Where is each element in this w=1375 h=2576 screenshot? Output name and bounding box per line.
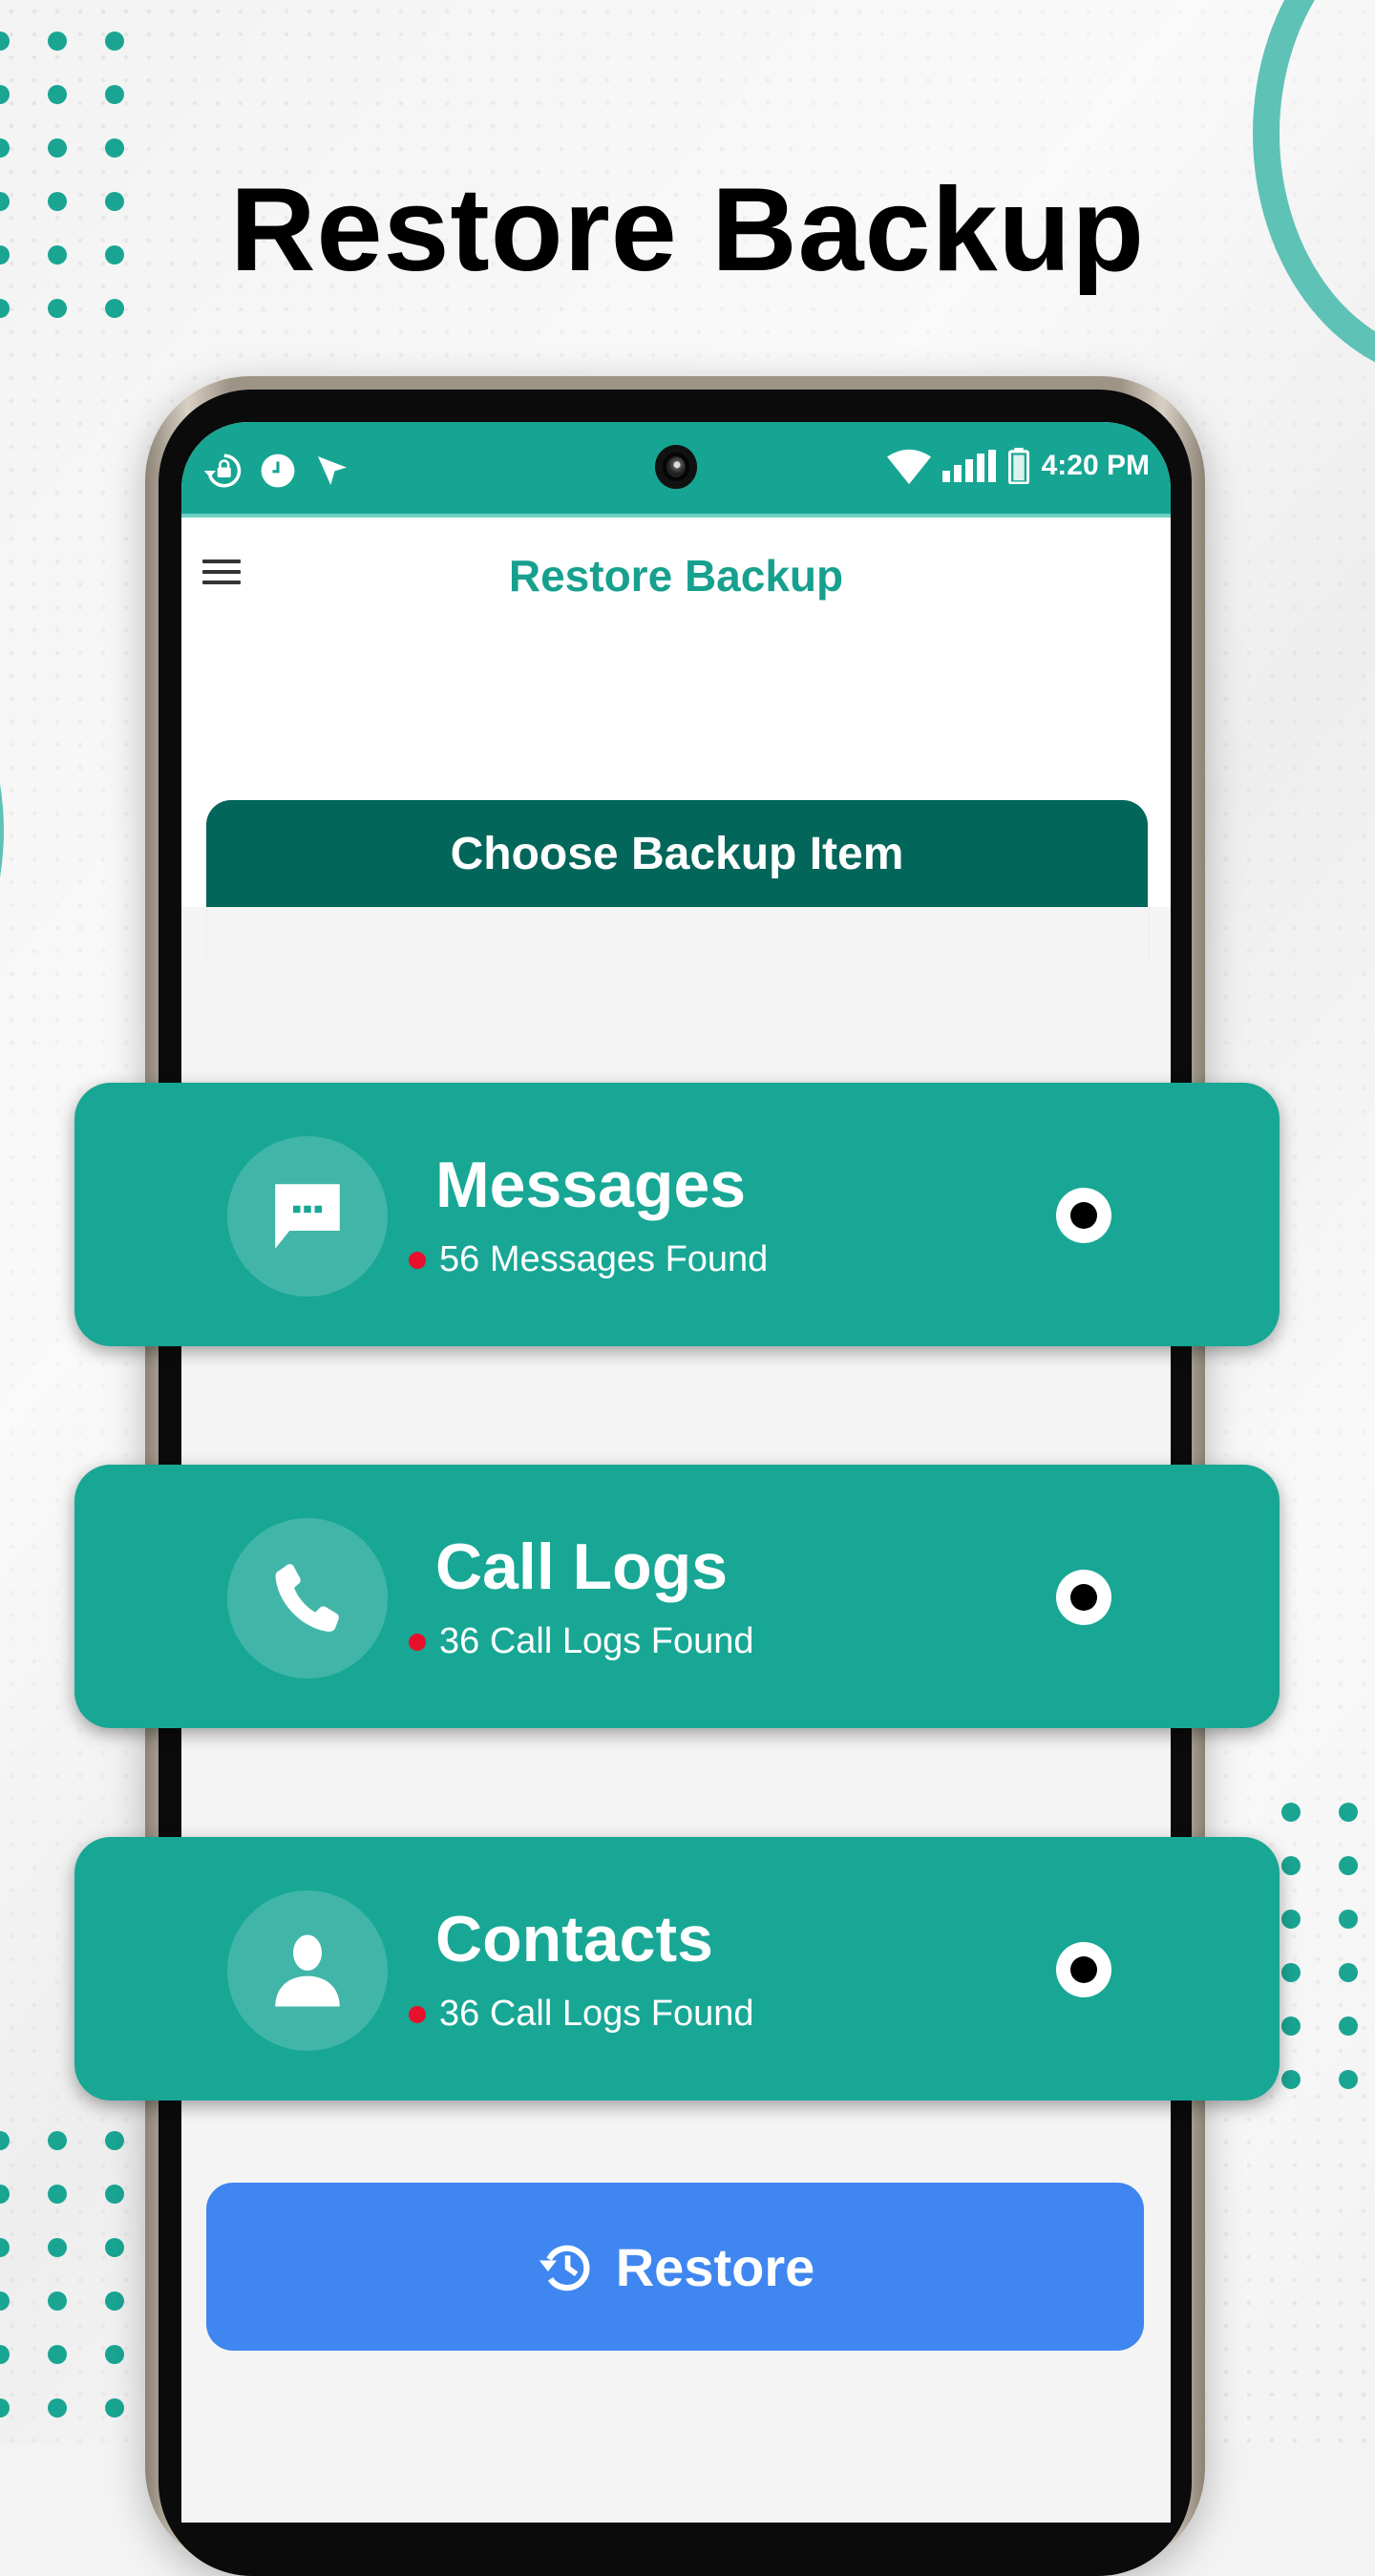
backup-item-contacts[interactable]: Contacts 36 Call Logs Found [74, 1837, 1280, 2101]
section-title: Choose Backup Item [450, 828, 904, 879]
wifi-icon [886, 449, 931, 485]
app-title: Restore Backup [508, 551, 844, 601]
decor-dot-grid-bottom-left [0, 2131, 124, 2418]
battery-icon [1007, 448, 1029, 484]
restore-button[interactable]: Restore [206, 2183, 1144, 2351]
front-camera [655, 445, 697, 489]
item-title: Contacts [435, 1903, 713, 1975]
item-title: Messages [435, 1149, 747, 1221]
item-count-text: 36 Call Logs Found [439, 1621, 754, 1661]
page-headline: Restore Backup [229, 164, 1146, 296]
item-count-text: 36 Call Logs Found [439, 1994, 754, 2034]
history-restore-icon [539, 2245, 590, 2291]
item-radio-button[interactable] [1056, 1570, 1111, 1625]
status-bar: 4:20 PM [181, 422, 1171, 517]
status-dot [409, 1251, 426, 1269]
item-radio-button[interactable] [1056, 1942, 1111, 1997]
icon-circle [227, 1136, 388, 1297]
item-subtitle: 36 Call Logs Found [409, 1621, 754, 1662]
status-time: 4:20 PM [1041, 450, 1150, 481]
backup-item-call-logs[interactable]: Call Logs 36 Call Logs Found [74, 1465, 1280, 1728]
backup-item-messages[interactable]: Messages 56 Messages Found [74, 1083, 1280, 1346]
message-icon [275, 1184, 340, 1249]
item-subtitle: 36 Call Logs Found [409, 1994, 754, 2035]
icon-circle [227, 1890, 388, 2051]
app-bar: Restore Backup [181, 517, 1171, 623]
status-dot [409, 1633, 426, 1651]
section-header: Choose Backup Item [206, 800, 1148, 907]
item-subtitle: 56 Messages Found [409, 1239, 768, 1280]
item-radio-button[interactable] [1056, 1188, 1111, 1243]
phone-icon [275, 1564, 339, 1632]
decor-dot-grid-right [1281, 1803, 1358, 2089]
location-arrow-icon [318, 456, 347, 485]
item-title: Call Logs [435, 1531, 729, 1603]
clock-icon [261, 454, 295, 488]
restore-button-label: Restore [615, 2236, 815, 2297]
status-dot [409, 2005, 426, 2023]
icon-circle [227, 1518, 388, 1679]
restore-lock-icon [203, 454, 242, 488]
item-count-text: 56 Messages Found [439, 1239, 769, 1279]
contact-person-icon [275, 1934, 340, 2007]
decor-dashed-ring-left [0, 784, 4, 877]
signal-icon [941, 450, 996, 482]
